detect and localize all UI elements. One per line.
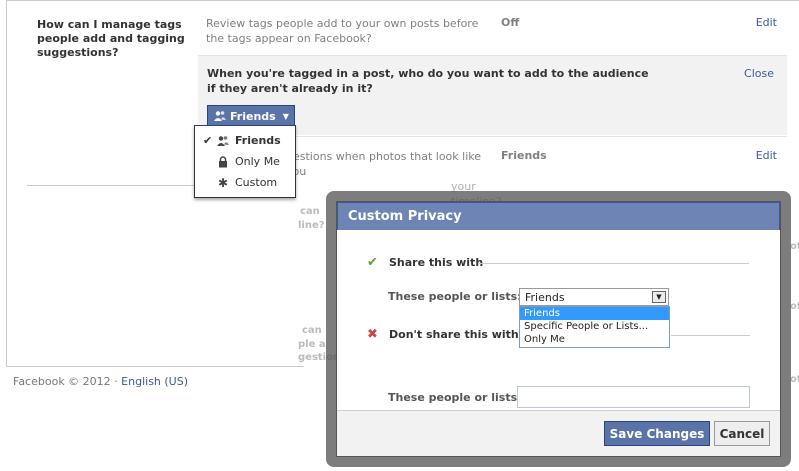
share-option-specific-people[interactable]: Specific People or Lists...	[520, 320, 669, 333]
gear-icon: ✱	[217, 175, 229, 190]
privacy-option-label: Friends	[235, 134, 281, 147]
page-footer: Facebook © 2012 · English (US)	[13, 375, 188, 388]
share-people-options-list: Friends Specific People or Lists... Only…	[519, 306, 670, 348]
footer-copyright: Facebook © 2012 ·	[13, 375, 118, 388]
obscured-text: of	[790, 301, 799, 312]
lock-icon	[215, 155, 231, 168]
review-tags-description: Review tags people add to your own posts…	[206, 17, 479, 45]
review-tags-status: Off	[501, 16, 520, 29]
dont-share-people-label: These people or lists:	[388, 391, 522, 404]
dialog-title: Custom Privacy	[337, 202, 780, 230]
share-option-only-me[interactable]: Only Me	[520, 333, 669, 346]
save-changes-button[interactable]: Save Changes	[604, 421, 710, 446]
chevron-down-icon[interactable]: ▼	[652, 291, 666, 303]
dont-share-people-input[interactable]	[517, 386, 750, 408]
tag-suggestions-edit-link[interactable]: Edit	[756, 149, 777, 162]
obscured-text: of	[790, 241, 799, 252]
audience-privacy-label: Friends	[230, 109, 276, 123]
tag-audience-close-link[interactable]: Close	[744, 67, 774, 80]
privacy-option-label: Only Me	[235, 155, 280, 168]
dont-share-header: ✖ Don't share this with	[367, 327, 519, 342]
friends-icon	[214, 111, 226, 121]
privacy-option-only-me[interactable]: Only Me	[195, 151, 295, 172]
cross-icon: ✖	[367, 327, 378, 342]
dont-share-header-label: Don't share this with	[389, 328, 519, 341]
section-title: How can I manage tags people add and tag…	[37, 18, 185, 59]
divider	[479, 263, 749, 264]
share-header: ✔ Share this with	[367, 255, 483, 270]
privacy-option-friends[interactable]: ✔ Friends	[195, 130, 295, 151]
dialog-footer: Save Changes Cancel	[337, 410, 780, 456]
privacy-option-custom[interactable]: ✱ Custom	[195, 172, 295, 193]
cancel-button[interactable]: Cancel	[714, 421, 770, 446]
share-people-label: These people or lists:	[388, 290, 522, 303]
dialog-body: ✔ Share this with These people or lists:…	[337, 230, 780, 411]
share-header-label: Share this with	[389, 256, 484, 269]
divider	[6, 366, 304, 367]
obscured-text: can	[302, 325, 322, 336]
checkmark-icon: ✔	[367, 255, 378, 270]
share-option-friends[interactable]: Friends	[520, 307, 669, 320]
tag-suggestions-status: Friends	[501, 149, 547, 162]
obscured-text: can	[300, 206, 320, 217]
tag-audience-question: When you're tagged in a post, who do you…	[207, 67, 649, 95]
review-tags-edit-link[interactable]: Edit	[756, 16, 777, 29]
obscured-text: line?	[298, 220, 325, 231]
chevron-down-icon: ▼	[282, 111, 289, 121]
obscured-text: of	[790, 374, 799, 385]
divider	[671, 335, 750, 336]
privacy-dropdown-menu: ✔ Friends Only Me ✱ Custom	[194, 125, 296, 198]
privacy-option-label: Custom	[235, 176, 278, 189]
share-people-select[interactable]: Friends ▼	[519, 288, 669, 306]
divider	[27, 185, 205, 186]
share-people-selected-value: Friends	[525, 291, 565, 304]
checkmark-icon: ✔	[203, 134, 213, 147]
tag-audience-row: When you're tagged in a post, who do you…	[198, 55, 787, 135]
review-tags-row: Review tags people add to your own posts…	[198, 6, 787, 54]
custom-privacy-dialog: Custom Privacy ✔ Share this with These p…	[336, 201, 781, 457]
language-link[interactable]: English (US)	[121, 375, 188, 388]
obscured-text: ple a	[298, 339, 326, 350]
friends-icon	[215, 135, 231, 147]
audience-privacy-button[interactable]: Friends ▼	[207, 105, 295, 127]
